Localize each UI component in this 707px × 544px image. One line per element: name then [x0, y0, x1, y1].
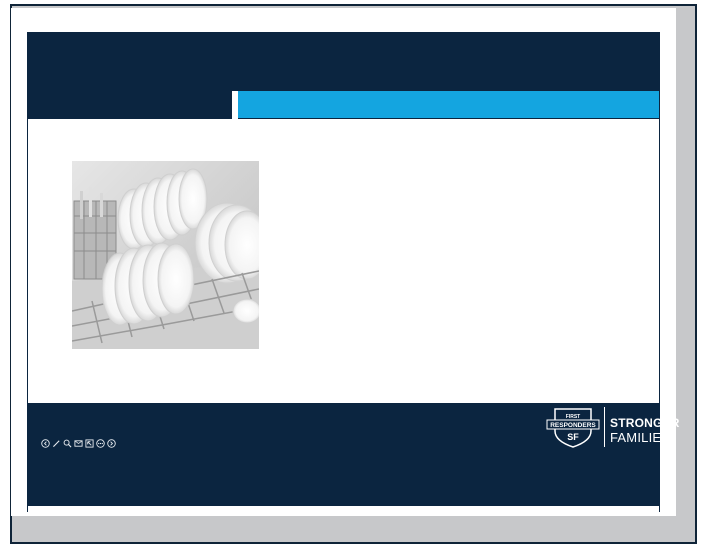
header-rule	[238, 118, 659, 119]
first-responders-badge: FIRST RESPONDERS SF	[546, 408, 600, 448]
header-left-block	[28, 91, 232, 119]
right-plates	[194, 202, 259, 284]
stronger-families-logo: FIRST RESPONDERS SF STRONGER FAMILIES	[545, 405, 679, 449]
arrow-right-icon[interactable]	[106, 438, 116, 448]
pointer-icon[interactable]	[84, 438, 94, 448]
more-icon[interactable]	[95, 438, 105, 448]
slides-icon[interactable]	[73, 438, 83, 448]
dishwasher-photo	[72, 161, 259, 349]
arrow-left-icon[interactable]	[40, 438, 50, 448]
badge-bottom-text: SF	[567, 432, 579, 442]
logo-divider	[604, 407, 605, 447]
zoom-icon[interactable]	[62, 438, 72, 448]
pen-icon[interactable]	[51, 438, 61, 448]
header-bar	[28, 32, 659, 91]
brand-line-stronger: STRONGER	[610, 416, 680, 430]
slideshow-toolbar	[40, 437, 116, 449]
header-accent-bar	[238, 91, 659, 118]
dishwasher-photo-svg	[72, 161, 259, 349]
presentation-slide: FIRST RESPONDERS SF STRONGER FAMILIES	[11, 8, 679, 516]
badge-middle-text: RESPONDERS	[550, 422, 596, 429]
brand-line-families: FAMILIES	[610, 430, 671, 445]
badge-top-text: FIRST	[566, 414, 580, 420]
